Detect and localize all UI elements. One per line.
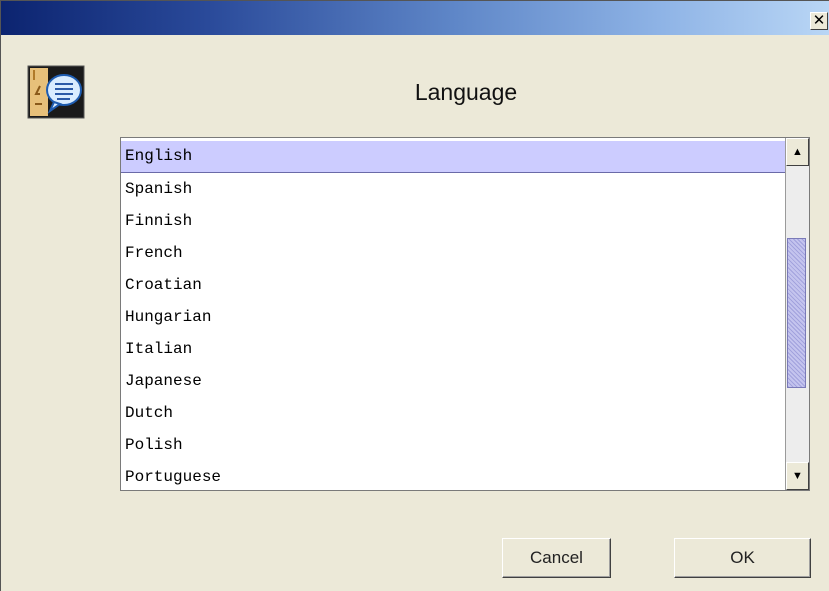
list-item-hungarian[interactable]: Hungarian bbox=[121, 301, 786, 333]
list-item-polish[interactable]: Polish bbox=[121, 429, 786, 461]
scroll-track[interactable] bbox=[786, 166, 809, 462]
scroll-down-button[interactable]: ▼ bbox=[786, 462, 809, 490]
list-item-portuguese[interactable]: Portuguese bbox=[121, 461, 786, 489]
language-dialog: ✕ Language English Spanish Finnish Frenc… bbox=[0, 0, 829, 591]
list-item-japanese[interactable]: Japanese bbox=[121, 365, 786, 397]
list-item-french[interactable]: French bbox=[121, 237, 786, 269]
list-item-english[interactable]: English bbox=[121, 141, 786, 173]
list-item-italian[interactable]: Italian bbox=[121, 333, 786, 365]
scroll-up-button[interactable]: ▲ bbox=[786, 138, 809, 166]
list-item-spanish[interactable]: Spanish bbox=[121, 173, 786, 205]
language-list: English Spanish Finnish French Croatian … bbox=[121, 141, 786, 489]
close-button[interactable]: ✕ bbox=[810, 12, 828, 30]
arrow-up-icon: ▲ bbox=[792, 146, 803, 158]
speech-bubble-chat-icon bbox=[26, 64, 86, 120]
ok-button[interactable]: OK bbox=[674, 538, 811, 578]
list-item-dutch[interactable]: Dutch bbox=[121, 397, 786, 429]
vertical-scrollbar[interactable]: ▲ ▼ bbox=[785, 138, 809, 490]
language-listbox[interactable]: English Spanish Finnish French Croatian … bbox=[120, 137, 810, 491]
cancel-button[interactable]: Cancel bbox=[502, 538, 611, 578]
close-icon: ✕ bbox=[812, 11, 826, 29]
scroll-thumb[interactable] bbox=[787, 238, 806, 388]
title-bar[interactable]: ✕ bbox=[1, 1, 829, 35]
dialog-title: Language bbox=[414, 79, 518, 105]
arrow-down-icon: ▼ bbox=[792, 470, 803, 482]
list-item-finnish[interactable]: Finnish bbox=[121, 205, 786, 237]
list-item-croatian[interactable]: Croatian bbox=[121, 269, 786, 301]
